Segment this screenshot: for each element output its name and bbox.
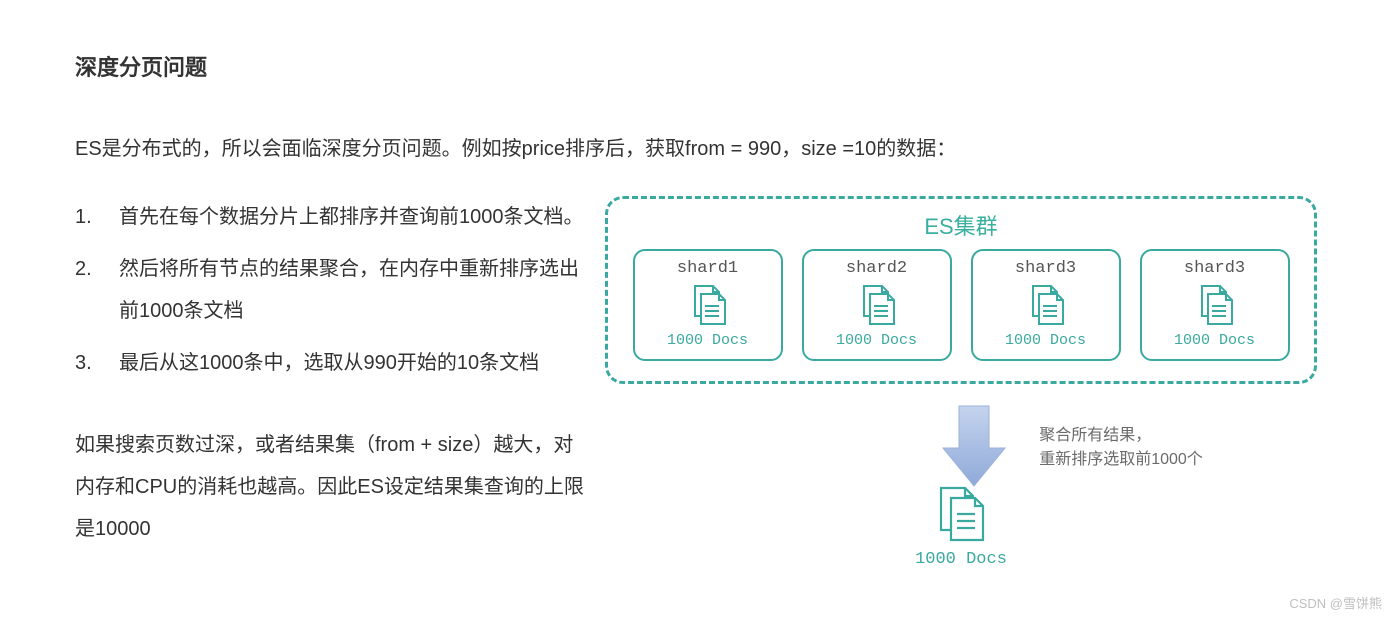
shard-name: shard1 [677,259,738,278]
shard-box: shard3 1000 Docs [1140,249,1290,361]
step-item: 然后将所有节点的结果聚合，在内存中重新排序选出前1000条文档 [75,248,585,332]
page-title: 深度分页问题 [75,50,1317,82]
annotation-line: 聚合所有结果， [1039,424,1203,448]
document-icon [929,484,993,544]
step-item: 首先在每个数据分片上都排序并查询前1000条文档。 [75,196,585,238]
arrow-down-icon [939,404,1009,484]
step-item: 最后从这1000条中，选取从990开始的10条文档 [75,342,585,384]
steps-list: 首先在每个数据分片上都排序并查询前1000条文档。 然后将所有节点的结果聚合，在… [75,196,585,384]
shard-name: shard3 [1015,259,1076,278]
cluster-box: ES集群 shard1 [605,196,1317,384]
shard-name: shard3 [1184,259,1245,278]
summary-text: 如果搜索页数过深，或者结果集（from + size）越大，对内存和CPU的消耗… [75,424,585,550]
result-block: 1000 Docs [605,484,1317,569]
shard-name: shard2 [846,259,907,278]
arrow-annotation: 聚合所有结果， 重新排序选取前1000个 [1039,424,1203,472]
shard-box: shard3 1000 Docs [971,249,1121,361]
result-docs: 1000 Docs [915,550,1007,569]
intro-text: ES是分布式的，所以会面临深度分页问题。例如按price排序后，获取from =… [75,132,1317,161]
shard-docs: 1000 Docs [836,332,917,349]
annotation-line: 重新排序选取前1000个 [1039,448,1203,472]
shard-docs: 1000 Docs [1005,332,1086,349]
document-icon [1192,282,1238,328]
document-icon [685,282,731,328]
watermark: CSDN @雪饼熊 [1289,593,1382,612]
shard-docs: 1000 Docs [1174,332,1255,349]
shard-box: shard2 1000 Docs [802,249,952,361]
document-icon [1023,282,1069,328]
document-icon [854,282,900,328]
shard-docs: 1000 Docs [667,332,748,349]
cluster-title: ES集群 [924,209,997,241]
shard-box: shard1 1000 Docs [633,249,783,361]
